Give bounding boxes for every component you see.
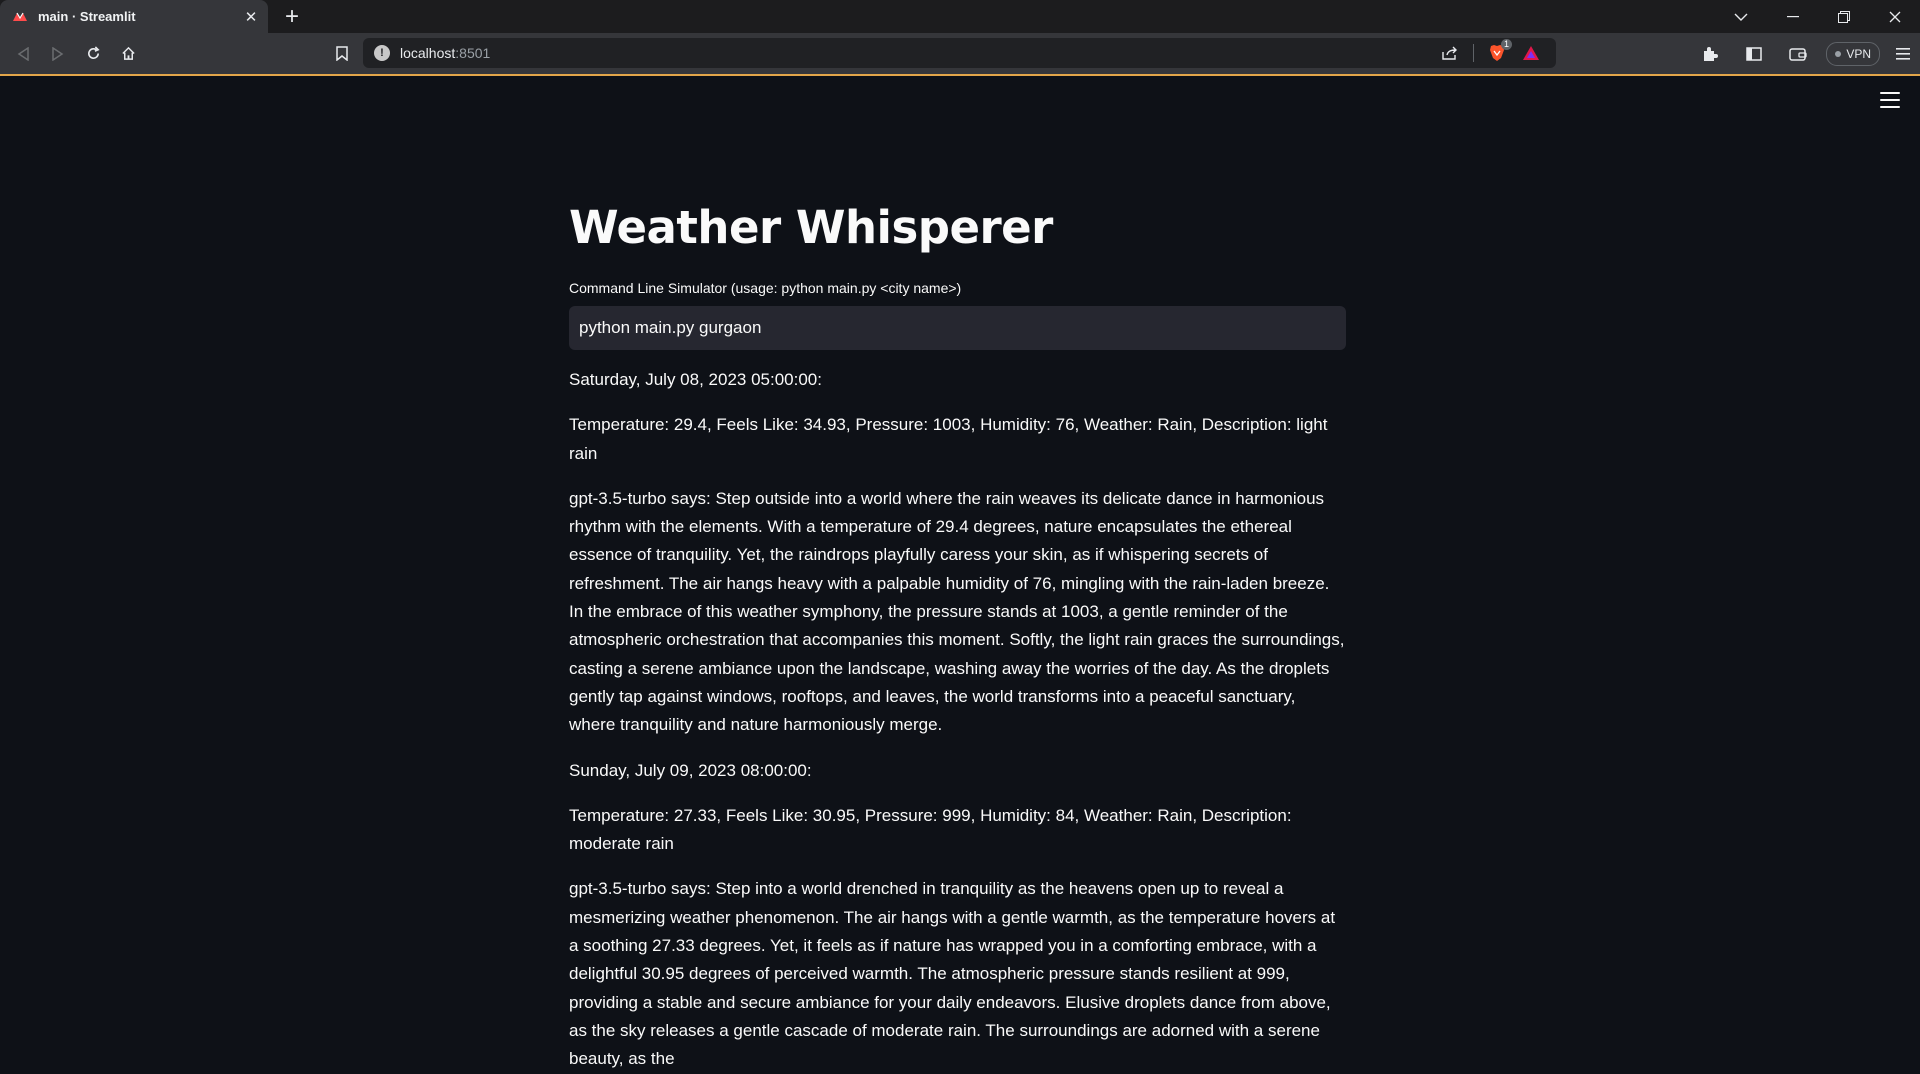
- brave-rewards-icon[interactable]: [1520, 42, 1542, 64]
- page-title: Weather Whisperer: [569, 201, 1053, 254]
- forward-arrow-icon[interactable]: [42, 38, 74, 70]
- command-input-value: python main.py gurgaon: [579, 318, 762, 337]
- tab-search-chevron-icon[interactable]: [1715, 0, 1767, 33]
- brave-shields-icon[interactable]: 1: [1486, 39, 1512, 64]
- vpn-status-dot: [1835, 50, 1842, 57]
- browser-tab[interactable]: main · Streamlit ✕: [0, 0, 268, 33]
- window-controls: [1715, 0, 1920, 33]
- forecast-date: Saturday, July 08, 2023 05:00:00:: [569, 370, 822, 389]
- bookmark-icon[interactable]: [326, 38, 358, 70]
- new-tab-button[interactable]: +: [274, 0, 310, 33]
- forecast-date: Sunday, July 09, 2023 08:00:00:: [569, 760, 812, 780]
- reload-icon[interactable]: [77, 38, 109, 70]
- forecast-stats: Temperature: 27.33, Feels Like: 30.95, P…: [569, 805, 1292, 854]
- command-input[interactable]: python main.py gurgaon: [569, 306, 1346, 350]
- tab-close-icon[interactable]: ✕: [242, 8, 260, 26]
- app-menu-icon[interactable]: [1880, 92, 1900, 108]
- main-content: Weather Whisperer Command Line Simulator…: [569, 76, 1346, 1074]
- tab-strip: main · Streamlit ✕ +: [0, 0, 1920, 33]
- forecast-narration: gpt-3.5-turbo says: Step into a world dr…: [569, 879, 1336, 1069]
- forecast-stats: Temperature: 29.4, Feels Like: 34.93, Pr…: [569, 415, 1328, 463]
- url-text: localhost:8501: [400, 45, 491, 61]
- browser-toolbar: ! localhost:8501 1 VPN: [0, 33, 1920, 76]
- tab-title: main · Streamlit: [38, 9, 136, 24]
- wallet-icon[interactable]: [1776, 38, 1820, 70]
- command-input-label: Command Line Simulator (usage: python ma…: [569, 280, 962, 296]
- toolbar-actions: VPN: [1688, 33, 1920, 74]
- restore-button[interactable]: [1818, 0, 1869, 33]
- close-window-button[interactable]: [1869, 0, 1920, 33]
- share-icon[interactable]: [1439, 42, 1461, 64]
- shields-badge: 1: [1500, 39, 1512, 50]
- extensions-puzzle-icon[interactable]: [1688, 38, 1732, 70]
- streamlit-app: Weather Whisperer Command Line Simulator…: [0, 76, 1920, 1068]
- home-icon[interactable]: [112, 38, 144, 70]
- vpn-label: VPN: [1846, 46, 1871, 61]
- address-bar[interactable]: ! localhost:8501 1: [363, 38, 1556, 68]
- forecast-narration: gpt-3.5-turbo says: Step outside into a …: [569, 488, 1345, 735]
- sidebar-icon[interactable]: [1732, 38, 1776, 70]
- browser-menu-icon[interactable]: [1886, 38, 1920, 70]
- streamlit-favicon-icon: [12, 9, 28, 25]
- minimize-button[interactable]: [1767, 0, 1818, 33]
- back-arrow-icon[interactable]: [7, 38, 39, 70]
- vpn-button[interactable]: VPN: [1826, 41, 1880, 66]
- site-info-icon[interactable]: !: [374, 45, 390, 61]
- divider: [1473, 44, 1474, 62]
